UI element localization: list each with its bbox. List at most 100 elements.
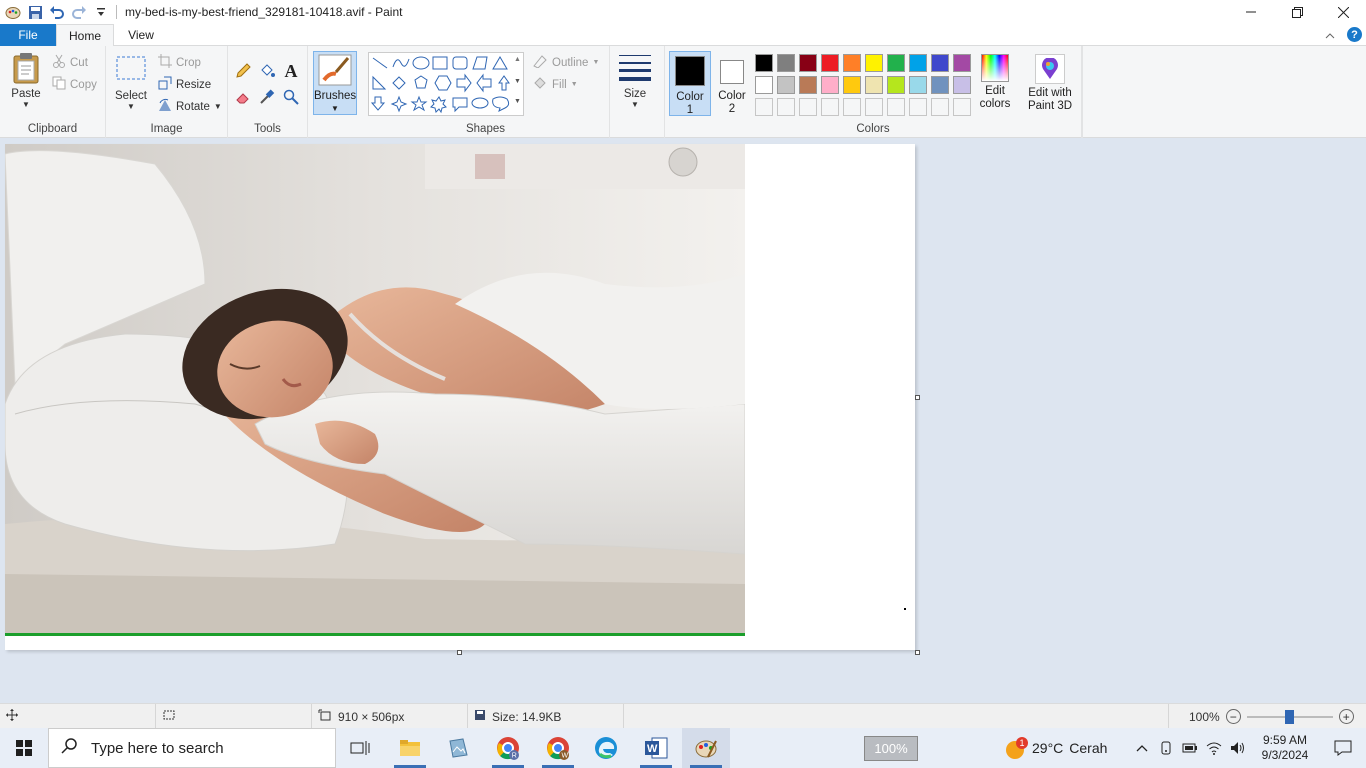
color1-label: Color: [676, 91, 704, 103]
color2-button[interactable]: Color 2: [713, 51, 751, 116]
custom-color-slot[interactable]: [953, 98, 971, 116]
copy-button[interactable]: Copy: [52, 76, 97, 93]
custom-color-slot[interactable]: [777, 98, 795, 116]
resize-button[interactable]: Resize: [158, 76, 211, 93]
custom-color-slot[interactable]: [821, 98, 839, 116]
task-view-button[interactable]: [336, 728, 384, 768]
canvas-workspace[interactable]: [0, 138, 1366, 703]
chrome-icon: R: [497, 737, 519, 760]
edit-with-paint3d-button[interactable]: Edit with Paint 3D: [1022, 54, 1078, 116]
photos-app-button[interactable]: [434, 728, 482, 768]
volume-icon[interactable]: [1226, 741, 1250, 755]
zoom-out-button[interactable]: −: [1225, 709, 1241, 724]
palette-swatch[interactable]: [865, 54, 883, 72]
word-button[interactable]: W: [632, 728, 680, 768]
weather-widget[interactable]: 1 29°C Cerah: [1004, 728, 1107, 768]
file-explorer-button[interactable]: [386, 728, 434, 768]
taskbar-search-box[interactable]: Type here to search: [48, 728, 336, 768]
zoom-slider[interactable]: [1246, 709, 1333, 724]
expand-gallery-icon[interactable]: ▼: [514, 98, 521, 105]
notifications-button[interactable]: [1320, 740, 1366, 756]
edge-button[interactable]: [582, 728, 630, 768]
crop-button[interactable]: Crop: [158, 54, 201, 71]
close-button[interactable]: [1320, 0, 1366, 24]
color1-button[interactable]: Color 1: [669, 51, 711, 116]
fill-button[interactable]: Fill ▼: [532, 76, 578, 93]
pencil-icon[interactable]: [234, 62, 252, 80]
show-hidden-icons-button[interactable]: [1130, 744, 1154, 752]
palette-swatch[interactable]: [887, 76, 905, 94]
custom-color-slot[interactable]: [931, 98, 949, 116]
palette-swatch[interactable]: [821, 54, 839, 72]
zoom-in-button[interactable]: +: [1338, 709, 1354, 724]
color-picker-icon[interactable]: [258, 88, 276, 106]
custom-color-slot[interactable]: [843, 98, 861, 116]
resize-handle-right[interactable]: [915, 395, 920, 400]
select-button[interactable]: Select ▼: [114, 54, 148, 111]
palette-swatch[interactable]: [931, 54, 949, 72]
custom-color-slot[interactable]: [755, 98, 773, 116]
palette-swatch[interactable]: [931, 76, 949, 94]
palette-swatch[interactable]: [799, 76, 817, 94]
tab-file[interactable]: File: [0, 24, 56, 46]
tab-home[interactable]: Home: [56, 24, 114, 47]
palette-swatch[interactable]: [909, 54, 927, 72]
chrome-profile-r-button[interactable]: R: [484, 728, 532, 768]
pasted-photo[interactable]: [5, 144, 745, 636]
outline-button[interactable]: Outline ▼: [532, 54, 599, 71]
drawing-canvas[interactable]: [5, 144, 915, 650]
cut-button[interactable]: Cut: [52, 54, 88, 71]
palette-swatch[interactable]: [755, 54, 773, 72]
wifi-icon[interactable]: [1202, 741, 1226, 755]
redo-icon[interactable]: [70, 3, 88, 21]
palette-swatch[interactable]: [953, 54, 971, 72]
scroll-down-icon[interactable]: ▼: [514, 78, 521, 85]
palette-swatch[interactable]: [887, 54, 905, 72]
minimize-button[interactable]: [1228, 0, 1274, 24]
custom-color-slot[interactable]: [799, 98, 817, 116]
battery-icon[interactable]: [1178, 741, 1202, 755]
weather-condition: Cerah: [1069, 740, 1108, 756]
edit-colors-button[interactable]: Edit colors: [977, 54, 1013, 116]
restore-button[interactable]: [1274, 0, 1320, 24]
chrome-profile-w-button[interactable]: W: [534, 728, 582, 768]
help-icon[interactable]: ?: [1347, 27, 1362, 42]
resize-handle-corner[interactable]: [915, 650, 920, 655]
eraser-icon[interactable]: [234, 88, 252, 106]
rotate-button[interactable]: Rotate ▼: [158, 98, 222, 115]
palette-swatch[interactable]: [821, 76, 839, 94]
tab-view[interactable]: View: [114, 24, 168, 46]
palette-swatch[interactable]: [755, 76, 773, 94]
clock[interactable]: 9:59 AM 9/3/2024: [1250, 733, 1320, 763]
custom-color-slot[interactable]: [909, 98, 927, 116]
zoom-slider-thumb[interactable]: [1284, 709, 1294, 724]
resize-handle-bottom[interactable]: [457, 650, 462, 655]
customize-quick-access-icon[interactable]: [92, 3, 110, 21]
scroll-up-icon[interactable]: ▲: [514, 56, 521, 63]
text-tool-icon[interactable]: A: [282, 61, 300, 81]
palette-swatch[interactable]: [843, 76, 861, 94]
collapse-ribbon-icon[interactable]: [1325, 28, 1335, 42]
paint-taskbar-button[interactable]: [682, 728, 730, 768]
shapes-gallery[interactable]: [368, 52, 524, 116]
clipboard-group-label: Clipboard: [27, 123, 78, 135]
palette-swatch[interactable]: [777, 76, 795, 94]
magnifier-icon[interactable]: [282, 88, 300, 106]
meet-now-icon[interactable]: [1154, 741, 1178, 755]
palette-swatch[interactable]: [909, 76, 927, 94]
palette-swatch[interactable]: [865, 76, 883, 94]
palette-swatch[interactable]: [799, 54, 817, 72]
fill-bucket-icon[interactable]: [258, 62, 276, 80]
custom-color-slot[interactable]: [865, 98, 883, 116]
size-button[interactable]: Size ▼: [614, 52, 656, 109]
palette-swatch[interactable]: [843, 54, 861, 72]
undo-icon[interactable]: [48, 3, 66, 21]
start-button[interactable]: [0, 728, 48, 768]
paste-button[interactable]: Paste ▼: [6, 52, 46, 109]
palette-swatch[interactable]: [953, 76, 971, 94]
custom-color-slot[interactable]: [887, 98, 905, 116]
save-icon[interactable]: [26, 3, 44, 21]
palette-swatch[interactable]: [777, 54, 795, 72]
brushes-button[interactable]: Brushes ▼: [313, 51, 357, 115]
select-label: Select: [115, 90, 147, 102]
